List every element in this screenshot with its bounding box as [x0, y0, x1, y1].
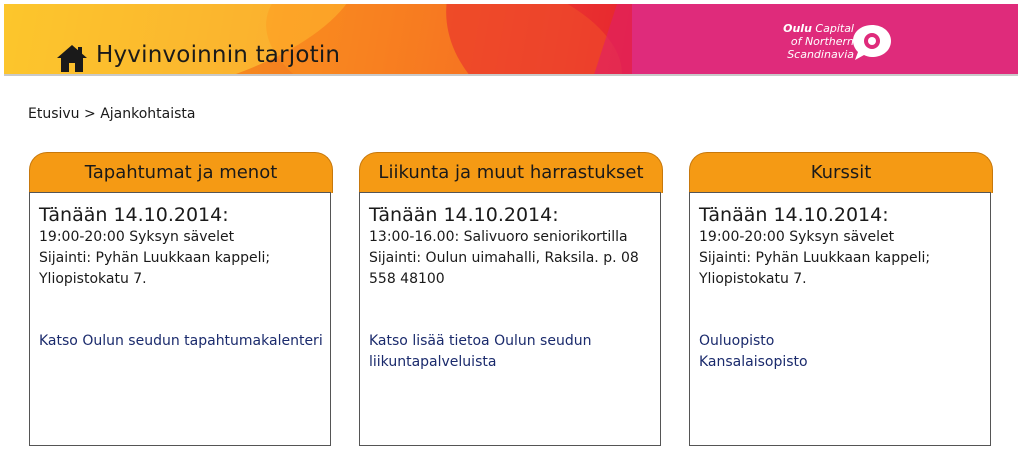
card-date: Tänään 14.10.2014: [39, 204, 229, 226]
event-location: Sijainti: Pyhän Luukkaan kappeli; [699, 250, 931, 266]
events-calendar-link[interactable]: Katso Oulun seudun tapahtumakalenteri [39, 331, 323, 352]
card-body: Tänään 14.10.2014: 19:00-20:00 Syksyn sä… [689, 192, 991, 446]
site-title[interactable]: Hyvinvoinnin tarjotin [96, 42, 340, 68]
event-phone: 558 48100 [369, 271, 445, 287]
breadcrumb: Etusivu > Ajankohtaista [28, 106, 196, 122]
site-header: Hyvinvoinnin tarjotin Oulu Capital of No… [4, 4, 1018, 76]
event-time: 19:00-20:00 Syksyn sävelet [39, 229, 235, 245]
home-icon[interactable] [56, 43, 88, 73]
breadcrumb-separator: > [84, 106, 96, 122]
breadcrumb-current: Ajankohtaista [100, 106, 196, 122]
event-location: Sijainti: Pyhän Luukkaan kappeli; [39, 250, 271, 266]
event-address: Yliopistokatu 7. [39, 271, 147, 287]
logo-line3: Scandinavia [787, 48, 854, 61]
card-date: Tänään 14.10.2014: [699, 204, 889, 226]
oulu-logo-text[interactable]: Oulu Capital of Northern Scandinavia [764, 22, 854, 61]
breadcrumb-home-link[interactable]: Etusivu [28, 106, 80, 122]
card-sports: Liikunta ja muut harrastukset Tänään 14.… [359, 152, 663, 446]
speech-bubble-logo-icon [853, 25, 891, 60]
card-date: Tänään 14.10.2014: [369, 204, 559, 226]
logo-line2: of Northern [790, 35, 854, 48]
event-time: 13:00-16.00: Salivuoro seniorikortilla [369, 229, 628, 245]
ouluopisto-link[interactable]: Ouluopisto [699, 331, 808, 352]
event-time: 19:00-20:00 Syksyn sävelet [699, 229, 895, 245]
card-title[interactable]: Kurssit [689, 152, 993, 193]
card-courses: Kurssit Tänään 14.10.2014: 19:00-20:00 S… [689, 152, 993, 446]
card-body: Tänään 14.10.2014: 13:00-16.00: Salivuor… [359, 192, 661, 446]
card-body: Tänään 14.10.2014: 19:00-20:00 Syksyn sä… [29, 192, 331, 446]
card-title[interactable]: Liikunta ja muut harrastukset [359, 152, 663, 193]
kansalaisopisto-link[interactable]: Kansalaisopisto [699, 352, 808, 373]
event-address: Yliopistokatu 7. [699, 271, 807, 287]
logo-name: Oulu [783, 22, 812, 35]
card-events: Tapahtumat ja menot Tänään 14.10.2014: 1… [29, 152, 333, 446]
sports-services-link-line1[interactable]: Katso lisää tietoa Oulun seudun [369, 331, 591, 352]
event-location: Sijainti: Oulun uimahalli, Raksila. p. 0… [369, 250, 639, 266]
card-title[interactable]: Tapahtumat ja menot [29, 152, 333, 193]
logo-line1: Capital [815, 22, 854, 35]
sports-services-link-line2[interactable]: liikuntapalveluista [369, 352, 591, 373]
